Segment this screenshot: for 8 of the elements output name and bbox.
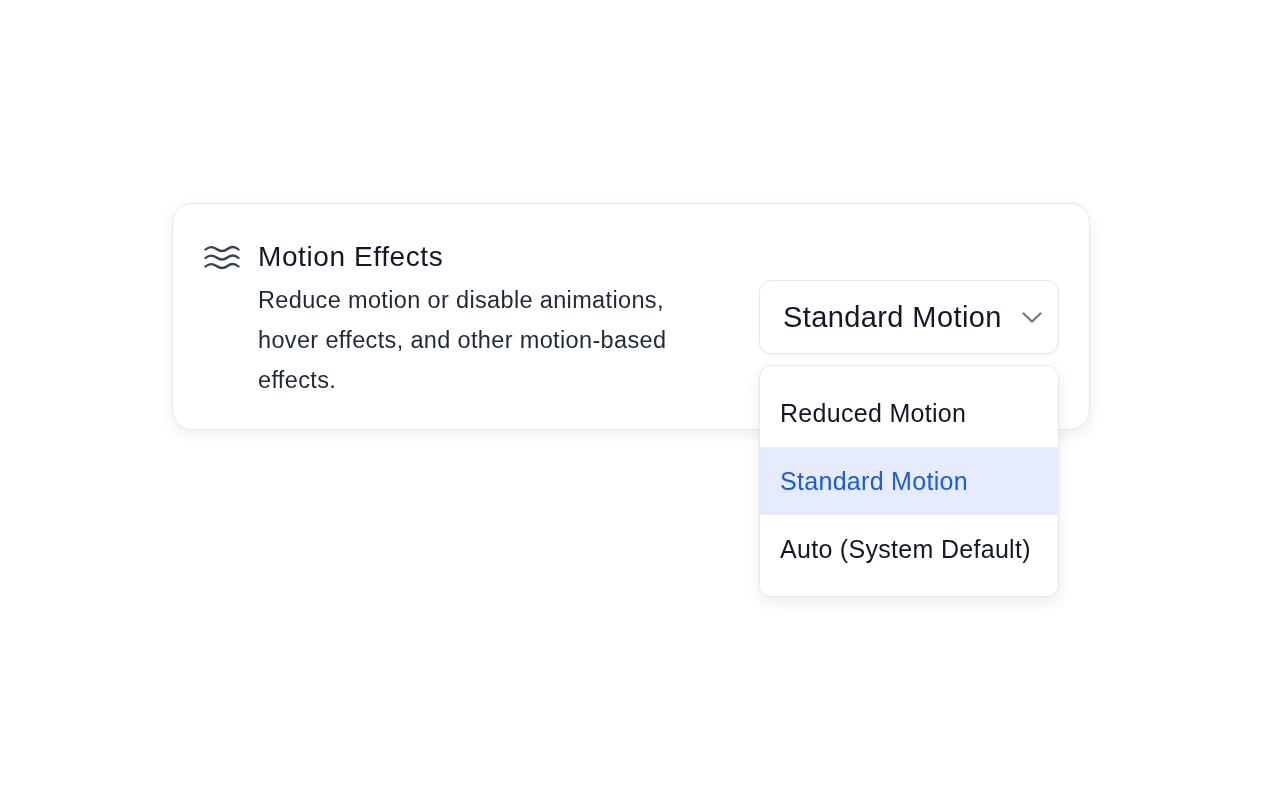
chevron-down-icon	[1022, 311, 1042, 323]
waves-icon	[204, 245, 240, 271]
dropdown-option[interactable]: Reduced Motion	[760, 379, 1058, 447]
dropdown-option[interactable]: Standard Motion	[760, 447, 1058, 515]
motion-select[interactable]: Standard Motion	[759, 280, 1059, 354]
setting-title: Motion Effects	[258, 240, 445, 274]
setting-description: Reduce motion or disable animations, hover effects, and other motion-based effects.	[258, 286, 668, 395]
dropdown-option[interactable]: Auto (System Default)	[760, 515, 1058, 583]
